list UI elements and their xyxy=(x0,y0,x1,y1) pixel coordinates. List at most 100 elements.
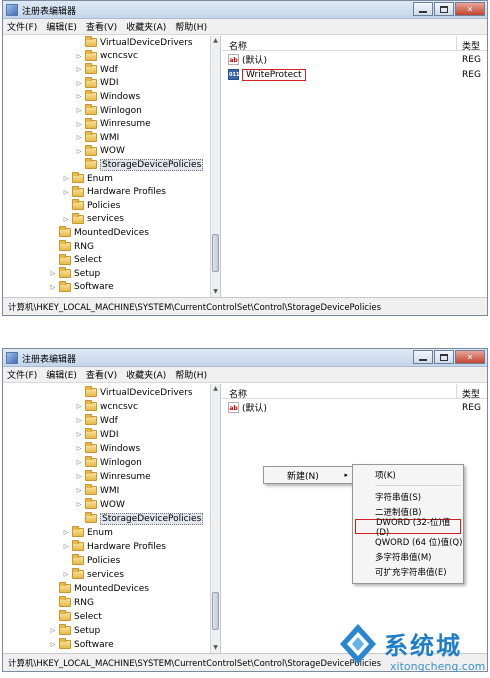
expand-arrow-icon[interactable]: ▷ xyxy=(75,501,83,508)
submenu-item[interactable]: 可扩充字符串值(E) xyxy=(353,564,463,579)
expand-arrow-icon[interactable]: ▷ xyxy=(49,641,57,648)
column-type[interactable]: 类型 xyxy=(462,39,480,52)
scroll-thumb[interactable] xyxy=(212,592,219,630)
expand-arrow-icon[interactable]: ▷ xyxy=(62,529,70,536)
minimize-button[interactable] xyxy=(413,350,433,364)
menu-help[interactable]: 帮助(H) xyxy=(175,368,207,381)
tree-item[interactable]: Policies xyxy=(62,554,120,567)
tree-item[interactable]: ▷ wcncsvc xyxy=(75,400,138,413)
value-row-default[interactable]: ab (默认) REG xyxy=(222,400,487,415)
tree-item[interactable]: StorageDevicePolicies xyxy=(75,512,204,525)
tree-item[interactable]: ▷ Windows xyxy=(75,90,140,103)
expand-arrow-icon[interactable]: ▷ xyxy=(75,148,83,155)
menu-view[interactable]: 查看(V) xyxy=(86,368,117,381)
menu-view[interactable]: 查看(V) xyxy=(86,20,117,33)
menu-favorites[interactable]: 收藏夹(A) xyxy=(126,20,166,33)
scroll-down-icon[interactable]: ▼ xyxy=(211,643,220,653)
expand-arrow-icon[interactable]: ▷ xyxy=(75,417,83,424)
expand-arrow-icon[interactable]: ▷ xyxy=(49,284,57,291)
tree-item[interactable]: ▷ WDI xyxy=(75,76,118,90)
tree-item[interactable]: MountedDevices xyxy=(49,226,149,239)
tree-item[interactable]: ▷ Software xyxy=(49,638,114,651)
close-button[interactable]: ✕ xyxy=(455,2,485,16)
expand-arrow-icon[interactable]: ▷ xyxy=(62,571,70,578)
values-list[interactable]: 名称 类型 ab (默认) REG 011 WriteProtect REG xyxy=(222,36,487,297)
tree-item[interactable]: ▷ Hardware Profiles xyxy=(62,185,166,199)
expand-arrow-icon[interactable]: ▷ xyxy=(75,403,83,410)
tree-item[interactable]: ▷ Windows xyxy=(75,442,140,455)
tree-item[interactable]: VirtualDeviceDrivers xyxy=(75,36,193,49)
submenu-item[interactable]: QWORD (64 位)值(Q) xyxy=(353,534,463,549)
tree-scrollbar[interactable]: ▲ ▼ xyxy=(210,384,220,653)
close-button[interactable]: ✕ xyxy=(455,350,485,364)
expand-arrow-icon[interactable]: ▷ xyxy=(75,459,83,466)
context-menu-new[interactable]: 新建(N) ▸ xyxy=(264,467,354,483)
tree-item[interactable]: ▷ Wdf xyxy=(75,414,118,427)
column-separator[interactable] xyxy=(456,384,457,399)
tree-item[interactable]: ▷ Winresume xyxy=(75,117,151,131)
tree-item[interactable]: ▷ WOW xyxy=(75,498,125,511)
menu-edit[interactable]: 编辑(E) xyxy=(46,368,77,381)
tree-item[interactable]: ▷ WOW xyxy=(75,144,125,158)
tree-item[interactable]: ▷ Winresume xyxy=(75,470,151,483)
submenu-item[interactable]: 字符串值(S) xyxy=(353,489,463,504)
expand-arrow-icon[interactable]: ▷ xyxy=(75,80,83,87)
tree-item[interactable]: ▷ wcncsvc xyxy=(75,49,138,63)
column-name[interactable]: 名称 xyxy=(229,387,247,400)
tree-item[interactable]: StorageDevicePolicies xyxy=(75,158,204,171)
tree-item[interactable]: ▷ services xyxy=(62,568,124,581)
expand-arrow-icon[interactable]: ▷ xyxy=(75,53,83,60)
column-separator[interactable] xyxy=(456,36,457,51)
tree-item[interactable]: ▷ WDI xyxy=(75,428,118,441)
tree-item[interactable]: Select xyxy=(49,610,102,623)
tree-item[interactable]: ▷ Hardware Profiles xyxy=(62,540,166,553)
value-row-writeprotect[interactable]: 011 WriteProtect REG xyxy=(222,67,487,82)
value-row-default[interactable]: ab (默认) REG xyxy=(222,52,487,67)
expand-arrow-icon[interactable]: ▷ xyxy=(75,431,83,438)
tree-item[interactable]: ▷ Setup xyxy=(49,624,100,637)
column-type[interactable]: 类型 xyxy=(462,387,480,400)
tree-scrollbar[interactable]: ▲ ▼ xyxy=(210,36,220,297)
expand-arrow-icon[interactable]: ▷ xyxy=(75,487,83,494)
tree-item[interactable]: ▷ WMI xyxy=(75,484,119,497)
expand-arrow-icon[interactable]: ▷ xyxy=(49,270,57,277)
menu-edit[interactable]: 编辑(E) xyxy=(46,20,77,33)
registry-tree[interactable]: ▲ ▼ VirtualDeviceDrivers ▷ wcncsvc ▷ Wdf ▷ WDI… xyxy=(3,384,221,653)
tree-item[interactable]: ▷ Winlogon xyxy=(75,104,142,117)
expand-arrow-icon[interactable]: ▷ xyxy=(62,175,70,182)
tree-item[interactable]: RNG xyxy=(49,596,94,609)
scroll-up-icon[interactable]: ▲ xyxy=(211,384,220,394)
menu-favorites[interactable]: 收藏夹(A) xyxy=(126,368,166,381)
scroll-up-icon[interactable]: ▲ xyxy=(211,36,220,46)
expand-arrow-icon[interactable]: ▷ xyxy=(75,93,83,100)
maximize-button[interactable] xyxy=(434,350,454,364)
expand-arrow-icon[interactable]: ▷ xyxy=(62,189,70,196)
submenu-item[interactable]: 项(K) xyxy=(353,467,463,482)
tree-item[interactable]: Select xyxy=(49,253,102,267)
expand-arrow-icon[interactable]: ▷ xyxy=(75,134,83,141)
scroll-thumb[interactable] xyxy=(212,234,219,272)
expand-arrow-icon[interactable]: ▷ xyxy=(75,473,83,480)
value-name-edit[interactable]: WriteProtect xyxy=(242,68,306,81)
expand-arrow-icon[interactable]: ▷ xyxy=(62,543,70,550)
tree-item[interactable]: ▷ Enum xyxy=(62,526,113,539)
tree-item[interactable]: Policies xyxy=(62,199,120,212)
menu-file[interactable]: 文件(F) xyxy=(7,368,37,381)
expand-arrow-icon[interactable]: ▷ xyxy=(49,627,57,634)
column-name[interactable]: 名称 xyxy=(229,39,247,52)
expand-arrow-icon[interactable]: ▷ xyxy=(75,107,83,114)
expand-arrow-icon[interactable]: ▷ xyxy=(75,66,83,73)
submenu-item[interactable]: 多字符串值(M) xyxy=(353,549,463,564)
tree-item[interactable]: ▷ services xyxy=(62,212,124,226)
tree-item[interactable]: VirtualDeviceDrivers xyxy=(75,386,193,399)
registry-tree[interactable]: ▲ ▼ VirtualDeviceDrivers ▷ wcncsvc ▷ Wdf ▷ WDI… xyxy=(3,36,221,297)
menu-file[interactable]: 文件(F) xyxy=(7,20,37,33)
tree-item[interactable]: ▷ Enum xyxy=(62,172,113,185)
tree-item[interactable]: MountedDevices xyxy=(49,582,149,595)
expand-arrow-icon[interactable]: ▷ xyxy=(62,216,70,223)
tree-item[interactable]: ▷ Winlogon xyxy=(75,456,142,469)
tree-item[interactable]: ▷ WMI xyxy=(75,131,119,144)
tree-item[interactable]: ▷ Wdf xyxy=(75,63,118,76)
expand-arrow-icon[interactable]: ▷ xyxy=(75,445,83,452)
expand-arrow-icon[interactable]: ▷ xyxy=(75,121,83,128)
